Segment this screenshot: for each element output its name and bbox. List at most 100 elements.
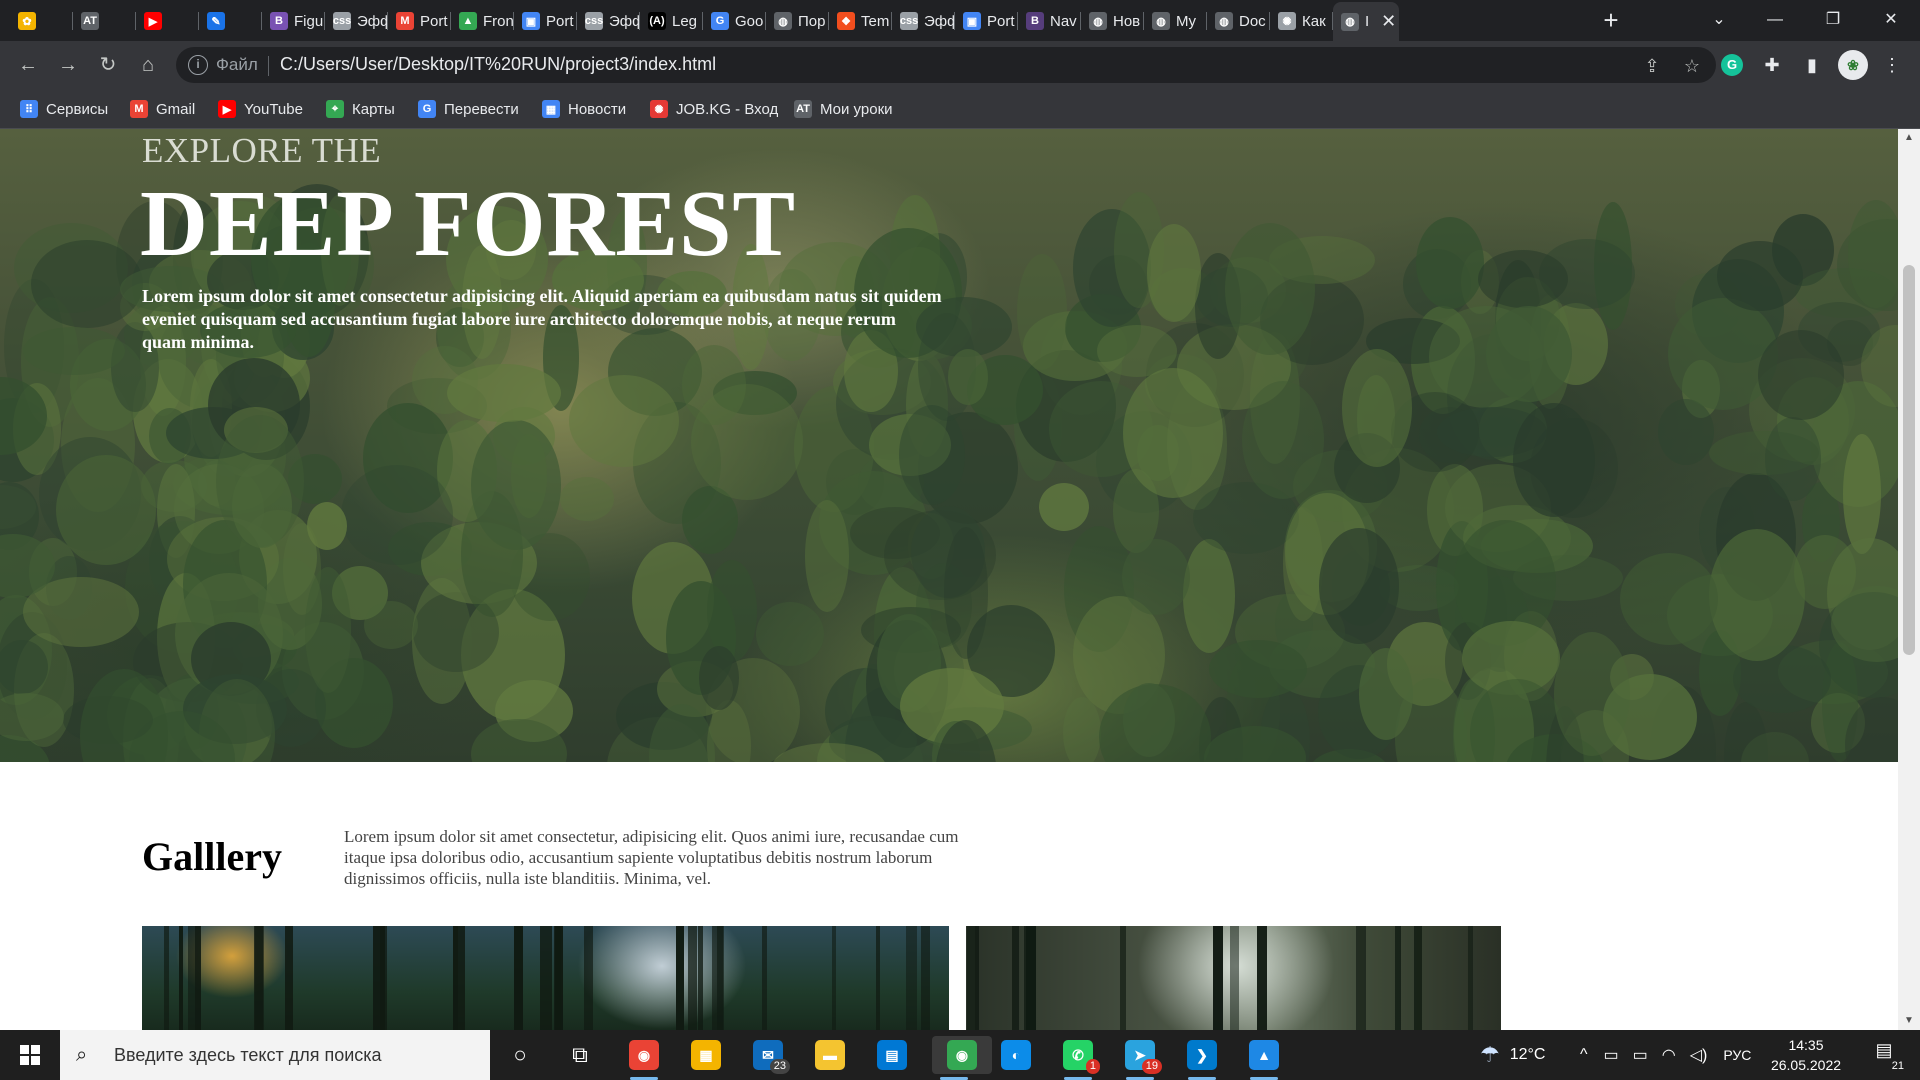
tab-search-button[interactable]: ⌄ [1696,6,1742,34]
meet-now-icon[interactable]: ▭ [1604,1045,1619,1065]
tree-crown [707,560,757,662]
battery-icon[interactable]: ▭ [1633,1045,1648,1065]
volume-icon[interactable]: ◁) [1690,1045,1708,1065]
bookmark-star-icon[interactable]: ☆ [1680,54,1704,78]
weather-widget[interactable]: ☂ 12°C [1480,1030,1545,1080]
tree-crown [364,601,418,649]
close-tab-icon[interactable]: ✕ [1381,11,1396,32]
tree-trunk [1213,926,1223,1030]
search-placeholder: Введите здесь текст для поиска [114,1044,382,1065]
browser-tab[interactable]: AT [73,6,136,36]
scroll-down-arrow-icon[interactable]: ▼ [1898,1012,1920,1030]
share-icon[interactable]: ⇪ [1640,54,1664,78]
browser-tab[interactable]: ✎ [199,6,262,36]
bookmark-item[interactable]: AT Мои уроки [794,98,893,120]
whatsapp-taskbar-button[interactable]: ✆ 1 [1056,1036,1100,1080]
hero-title: DEEP FOREST [140,172,797,276]
language-indicator[interactable]: РУС [1723,1047,1751,1063]
page-scrollbar[interactable]: ▲ ▼ [1898,129,1920,1030]
browser-tab[interactable]: ▲ Fron [451,6,514,36]
site-info-icon[interactable]: i [188,55,208,75]
mail-taskbar-button[interactable]: ✉ 23 [746,1036,790,1074]
browser-tab[interactable]: ✿ [10,6,73,36]
wifi-icon[interactable]: ◠ [1662,1045,1676,1065]
profile-avatar[interactable]: ❀ [1838,50,1868,80]
browser-tab[interactable]: M Port [388,6,451,36]
forward-button[interactable]: → [54,51,82,79]
browser-tab[interactable]: ❖ Tem [829,6,892,36]
browser-tab[interactable]: ◍ My [1144,6,1207,36]
gallery-image-forest-sunlight [142,926,949,1030]
close-window-button[interactable]: ✕ [1868,6,1914,34]
task-view-taskbar-button[interactable]: ⧉ [558,1036,602,1074]
explorer-taskbar-button[interactable]: ▬ [808,1036,852,1074]
tree-crown [691,384,803,500]
bookmark-item[interactable]: ⌖ Карты [326,98,395,120]
bookmark-item[interactable]: ▶ YouTube [218,98,303,120]
chrome-active-taskbar-button[interactable]: ◉ [932,1036,992,1080]
browser-tab[interactable]: ▣ Port [955,6,1018,36]
extensions-icon[interactable]: ✚ [1758,51,1786,79]
home-button[interactable]: ⌂ [134,51,162,79]
taskbar-clock[interactable]: 14:35 26.05.2022 [1756,1035,1856,1075]
photos-taskbar-button[interactable]: ▲ [1242,1036,1286,1080]
browser-tab[interactable]: ▶ [136,6,199,36]
tree-trunk [380,926,387,1030]
grammarly-extension-icon[interactable]: G [1721,54,1743,76]
css-favicon-icon: css [333,12,351,30]
back-button[interactable]: ← [14,51,42,79]
scroll-up-arrow-icon[interactable]: ▲ [1898,129,1920,147]
notes-taskbar-button[interactable]: ▤ [870,1036,914,1074]
bootstrap-favicon-icon: B [270,12,288,30]
browser-tab[interactable]: ▣ Port [514,6,577,36]
browser-tab[interactable]: B Figu [262,6,325,36]
browser-tab[interactable]: css Эфф [577,6,640,36]
url-text[interactable]: C:/Users/User/Desktop/IT%20RUN/project3/… [280,54,716,75]
start-button[interactable] [0,1030,60,1080]
bookmark-item[interactable]: ▦ Новости [542,98,626,120]
browser-tab[interactable]: B Nav [1018,6,1081,36]
tree-trunk [1024,926,1036,1030]
edge-taskbar-button[interactable]: ◐ [994,1036,1038,1074]
apps-grid-icon: ⠿ [20,100,38,118]
taskbar-search-box[interactable]: ⌕ Введите здесь текст для поиска [60,1030,490,1080]
news-icon: ▦ [542,100,560,118]
chrome-taskbar-button[interactable]: ◉ [622,1036,666,1080]
store-taskbar-button[interactable]: ▦ [684,1036,728,1074]
address-bar[interactable]: i Файл C:/Users/User/Desktop/IT%20RUN/pr… [176,47,1716,83]
side-panel-icon[interactable]: ▮ [1798,51,1826,79]
tree-crown [805,500,849,612]
browser-tab[interactable]: ◍ Пор [766,6,829,36]
scrollbar-thumb[interactable] [1903,265,1915,655]
browser-tab[interactable]: ◍ I ✕ [1333,2,1399,41]
new-tab-button[interactable]: + [1598,7,1624,33]
reload-button[interactable]: ↻ [94,51,122,79]
vscode-taskbar-button[interactable]: ❯ [1180,1036,1224,1080]
bookmark-item[interactable]: G Перевести [418,98,519,120]
browser-tab[interactable]: ◍ Doc [1207,6,1270,36]
cortana-taskbar-button[interactable]: ○ [498,1036,542,1074]
store-icon: ▦ [691,1040,721,1070]
browser-tab[interactable]: css Эфф [325,6,388,36]
tab-title: Leg [672,12,698,30]
browser-tab[interactable]: css Эфф [892,6,955,36]
browser-tab[interactable]: G Goo [703,6,766,36]
show-hidden-icons-icon[interactable]: ^ [1580,1046,1588,1064]
telegram-taskbar-button[interactable]: ➤ 19 [1118,1036,1162,1080]
restore-button[interactable]: ❐ [1810,6,1856,34]
bookmark-item[interactable]: ⠿ Сервисы [20,98,108,120]
bookmark-item[interactable]: ✺ JOB.KG - Вход [650,98,778,120]
tab-title: Nav [1050,12,1077,30]
browser-menu-icon[interactable]: ⋮ [1878,51,1906,79]
browser-tab[interactable]: (A) Leg [640,6,703,36]
browser-tab[interactable]: ◍ Нов [1081,6,1144,36]
bookmark-label: Мои уроки [820,100,893,118]
minimize-button[interactable]: — [1752,6,1798,34]
loading-favicon-icon: ✺ [1278,12,1296,30]
notification-center-button[interactable]: ▤ 21 [1868,1040,1904,1072]
tab-title: Doc [1239,12,1266,30]
bookmark-label: JOB.KG - Вход [676,100,779,118]
photos-icon: ▲ [1249,1040,1279,1070]
browser-tab[interactable]: ✺ Как [1270,6,1333,36]
bookmark-item[interactable]: M Gmail [130,98,195,120]
